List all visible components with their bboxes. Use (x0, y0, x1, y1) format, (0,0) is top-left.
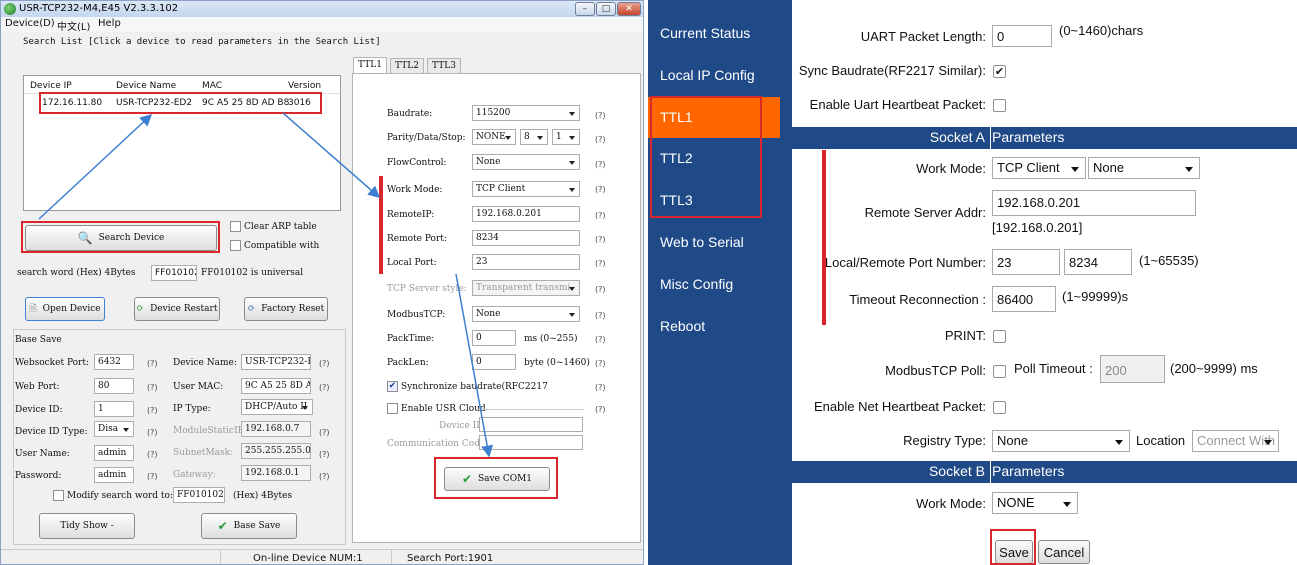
socket-b-header: Socket B Parameters (792, 461, 1297, 483)
socket-a-highlight (822, 150, 826, 325)
uart-heartbeat-label: Enable Uart Heartbeat Packet: (809, 97, 986, 112)
sidebar-item-current-status[interactable]: Current Status (648, 13, 780, 54)
annotation-arrows (38, 112, 494, 458)
save-button-highlight (990, 529, 1036, 565)
net-heartbeat-label: Enable Net Heartbeat Packet: (814, 399, 986, 414)
socket-b-work-mode-select[interactable]: NONE (992, 492, 1078, 514)
port-range: (1~65535) (1139, 253, 1199, 268)
cancel-button[interactable]: Cancel (1038, 540, 1090, 564)
socket-a-subtitle: Parameters (992, 129, 1065, 145)
socket-a-header: Socket A Parameters (792, 127, 1297, 149)
registry-type-label: Registry Type: (903, 433, 986, 448)
sync-baudrate-checkbox[interactable]: ✔ (993, 65, 1006, 78)
sidebar-nav: Current Status Local IP Config TTL1 TTL2… (648, 0, 780, 565)
work-mode-label: Work Mode: (916, 161, 986, 176)
work-mode-select[interactable]: TCP Client (992, 157, 1086, 179)
timeout-reconnection-range: (1~99999)s (1062, 289, 1129, 304)
net-heartbeat-checkbox[interactable] (993, 401, 1006, 414)
web-config-page: Current Status Local IP Config TTL1 TTL2… (648, 0, 1297, 565)
local-port-input[interactable]: 23 (992, 249, 1060, 275)
socket-b-subtitle: Parameters (992, 463, 1065, 479)
location-label: Location (1136, 433, 1186, 448)
work-mode-sub-select[interactable]: None (1088, 157, 1200, 179)
remote-port-input[interactable]: 8234 (1064, 249, 1132, 275)
modbus-poll-label: ModbusTCP Poll: (885, 363, 986, 378)
config-tool-window: USR-TCP232-M4,E45 V2.3.3.102 – □ ✕ Devic… (0, 0, 644, 565)
socket-a-title: Socket A (929, 129, 985, 145)
remote-server-addr-input[interactable]: 192.168.0.201 (992, 190, 1196, 216)
registry-type-select[interactable]: None (992, 430, 1130, 452)
sidebar-item-reboot[interactable]: Reboot (648, 306, 780, 347)
print-checkbox[interactable] (993, 330, 1006, 343)
uart-heartbeat-checkbox[interactable] (993, 99, 1006, 112)
uart-packet-length-input[interactable]: 0 (992, 25, 1052, 47)
nav-divider (780, 0, 792, 565)
poll-timeout-range: (200~9999) ms (1170, 361, 1258, 376)
modbus-poll-checkbox[interactable] (993, 365, 1006, 378)
sidebar-item-web-to-serial[interactable]: Web to Serial (648, 222, 780, 263)
ttl-nav-highlight (650, 96, 762, 218)
uart-packet-length-range: (0~1460)chars (1059, 23, 1144, 38)
socket-b-work-mode-label: Work Mode: (916, 496, 986, 511)
sidebar-item-local-ip-config[interactable]: Local IP Config (648, 55, 780, 96)
sidebar-item-misc-config[interactable]: Misc Config (648, 264, 780, 305)
timeout-reconnection-label: Timeout Reconnection : (849, 292, 986, 307)
socket-b-title: Socket B (928, 463, 985, 479)
poll-timeout-label: Poll Timeout : (1014, 361, 1093, 376)
poll-timeout-input[interactable]: 200 (1100, 355, 1165, 383)
port-number-label: Local/Remote Port Number: (824, 255, 986, 270)
remote-server-addr-echo: [192.168.0.201] (992, 220, 1083, 235)
print-label: PRINT: (944, 328, 986, 343)
location-select[interactable]: Connect With (1192, 430, 1279, 452)
uart-packet-length-label: UART Packet Length: (860, 29, 986, 44)
timeout-reconnection-input[interactable]: 86400 (992, 286, 1056, 312)
remote-server-addr-label: Remote Server Addr: (864, 205, 986, 220)
sync-baudrate-label: Sync Baudrate(RF2217 Similar): (798, 63, 986, 78)
